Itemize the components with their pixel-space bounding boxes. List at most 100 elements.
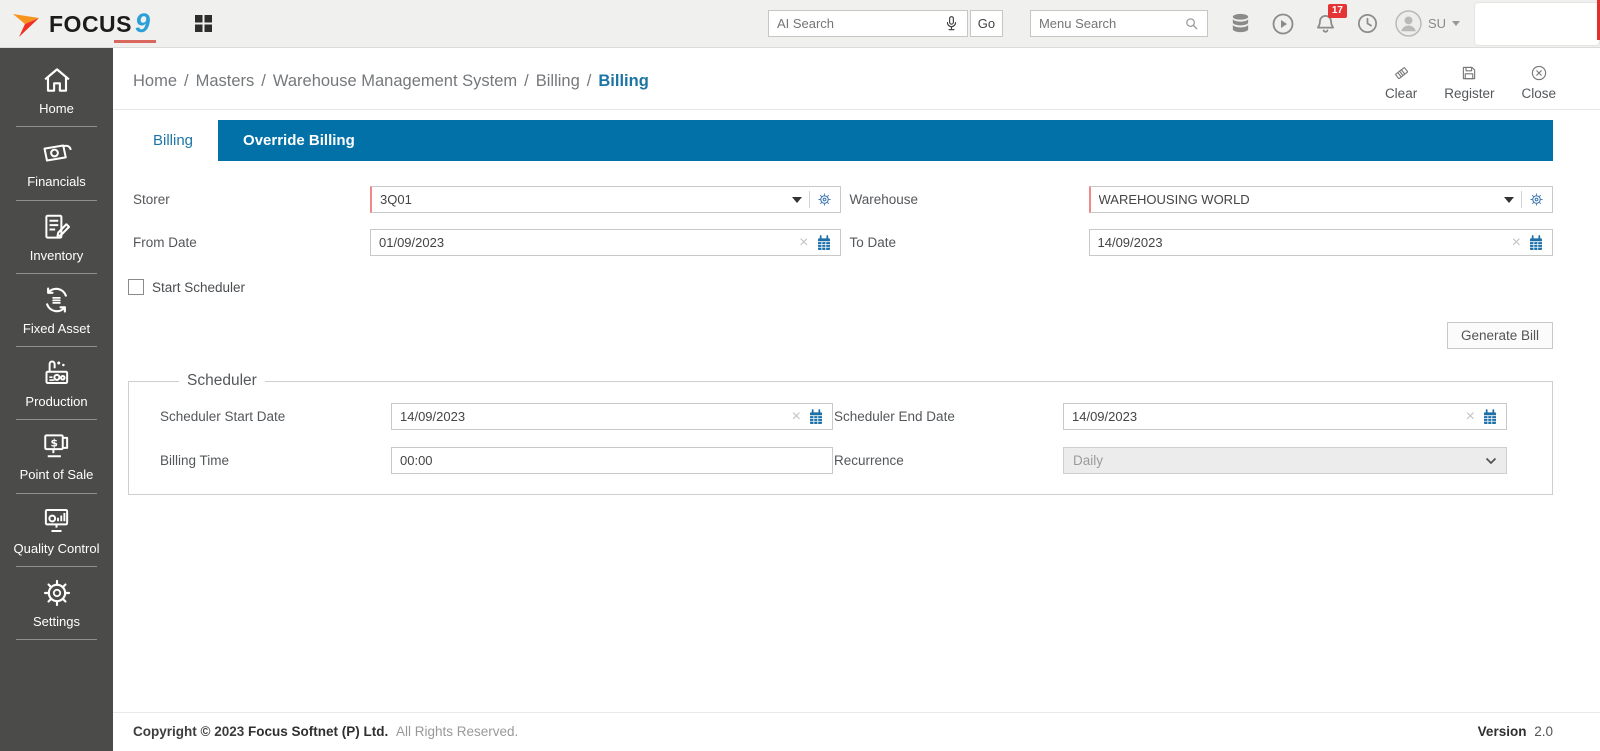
- go-button[interactable]: Go: [969, 10, 1003, 37]
- sidebar-item-fixed-asset[interactable]: Fixed Asset: [0, 274, 113, 348]
- sidebar-item-point-of-sale[interactable]: $ Point of Sale: [0, 420, 113, 494]
- register-label: Register: [1444, 86, 1495, 101]
- register-button[interactable]: Register: [1444, 64, 1494, 101]
- ai-search-field[interactable]: [767, 10, 968, 37]
- breadcrumb-home[interactable]: Home: [133, 72, 177, 90]
- scheduler-section: Scheduler Scheduler Start Date ×: [128, 372, 1553, 495]
- menu-search-input[interactable]: [1038, 16, 1184, 31]
- sidebar-item-label: Fixed Asset: [22, 320, 91, 336]
- logo-arrow-icon: [13, 13, 39, 37]
- calendar-icon[interactable]: [808, 408, 824, 425]
- calendar-icon[interactable]: [1528, 234, 1544, 251]
- warehouse-field[interactable]: [1088, 186, 1553, 213]
- scheduler-start-date-field[interactable]: ×: [391, 403, 833, 430]
- from-date-field[interactable]: ×: [370, 229, 841, 256]
- storer-input[interactable]: [380, 192, 785, 207]
- tab-override-billing[interactable]: Override Billing: [218, 120, 380, 161]
- clear-button[interactable]: Clear: [1385, 64, 1417, 101]
- document-actions: Clear Register Close: [1385, 58, 1556, 101]
- from-date-input[interactable]: [379, 235, 793, 250]
- clear-value-icon[interactable]: ×: [1512, 234, 1521, 251]
- scheduler-start-date-group: Scheduler Start Date ×: [159, 403, 833, 430]
- tab-billing[interactable]: Billing: [128, 120, 219, 161]
- app-logo[interactable]: FOCUS 9: [10, 8, 157, 43]
- breadcrumb-masters[interactable]: Masters: [196, 72, 255, 90]
- billing-time-field[interactable]: [391, 447, 833, 474]
- breadcrumb-current: Billing: [598, 72, 649, 90]
- page-content: Billing Override Billing Storer 3Q01 War…: [113, 110, 1600, 712]
- sidebar-item-label: Home: [39, 101, 74, 116]
- notifications-bell-icon[interactable]: 17: [1314, 3, 1347, 36]
- play-icon[interactable]: [1271, 12, 1295, 36]
- close-label: Close: [1521, 86, 1556, 101]
- billing-time-input[interactable]: [400, 453, 824, 468]
- breadcrumb: Home / Masters / Warehouse Management System…: [133, 58, 649, 101]
- version-value: 2.0: [1534, 724, 1553, 739]
- save-floppy-icon: [1460, 64, 1478, 82]
- breadcrumb-wms[interactable]: Warehouse Management System: [273, 72, 517, 90]
- sidebar-item-label: Inventory: [29, 247, 84, 263]
- apps-grid-icon[interactable]: [194, 14, 213, 33]
- clear-value-icon[interactable]: ×: [792, 408, 801, 425]
- breadcrumb-separator: /: [524, 72, 529, 90]
- point-of-sale-icon: $: [40, 431, 73, 461]
- eraser-icon: [1392, 64, 1411, 82]
- dropdown-caret-icon[interactable]: [1504, 197, 1514, 208]
- menu-search-field[interactable]: [1029, 10, 1208, 37]
- search-icon[interactable]: [1184, 16, 1199, 31]
- sidebar-item-financials[interactable]: Financials: [0, 127, 113, 201]
- close-button[interactable]: Close: [1521, 64, 1556, 101]
- copyright-prefix: Copyright © 2023: [133, 724, 245, 739]
- sidebar: Home Financials Inventory Fixed Asset Pr…: [0, 48, 113, 751]
- recurrence-select[interactable]: Daily: [1063, 447, 1507, 474]
- sidebar-item-quality-control[interactable]: Quality Control: [0, 494, 113, 568]
- storer-gear-icon[interactable]: [817, 192, 832, 207]
- generate-bill-button[interactable]: Generate Bill: [1446, 322, 1553, 349]
- scheduler-legend: Scheduler: [187, 372, 257, 389]
- scheduler-end-date-input[interactable]: [1072, 409, 1459, 424]
- breadcrumb-separator: /: [261, 72, 266, 90]
- clear-value-icon[interactable]: ×: [1466, 408, 1475, 425]
- billing-form: Storer Warehouse: [128, 186, 1553, 495]
- clear-value-icon[interactable]: ×: [799, 234, 808, 251]
- to-date-input[interactable]: [1097, 235, 1505, 250]
- start-scheduler-label: Start Scheduler: [152, 279, 246, 295]
- breadcrumb-billing[interactable]: Billing: [536, 72, 580, 90]
- logo-brand: FOCUS: [49, 11, 132, 37]
- scheduler-end-date-field[interactable]: ×: [1063, 403, 1507, 430]
- chevron-down-icon: [1485, 457, 1497, 464]
- to-date-field[interactable]: ×: [1088, 229, 1553, 256]
- storer-field[interactable]: [370, 186, 841, 213]
- sidebar-item-label: Financials: [27, 174, 86, 190]
- warehouse-input[interactable]: [1098, 192, 1497, 207]
- logo-nine: 9: [135, 8, 151, 38]
- sidebar-item-label: Production: [25, 394, 88, 409]
- sidebar-item-home[interactable]: Home: [0, 54, 113, 128]
- user-initials: SU: [1427, 16, 1446, 31]
- copyright-text: Copyright © 2023 Focus Softnet (P) Ltd. …: [133, 724, 518, 739]
- recurrence-value: Daily: [1073, 453, 1104, 468]
- sidebar-item-label: Point of Sale: [19, 467, 94, 483]
- scheduler-start-date-input[interactable]: [400, 409, 785, 424]
- database-icon[interactable]: [1229, 12, 1252, 35]
- header-company-box[interactable]: [1474, 1, 1600, 46]
- user-menu[interactable]: SU: [1395, 10, 1460, 37]
- dropdown-caret-icon[interactable]: [791, 197, 802, 208]
- warehouse-gear-icon[interactable]: [1529, 192, 1544, 207]
- start-scheduler-row: Start Scheduler: [128, 279, 1553, 295]
- sidebar-item-settings[interactable]: Settings: [0, 567, 113, 641]
- breadcrumb-separator: /: [184, 72, 189, 90]
- history-clock-icon[interactable]: [1356, 12, 1379, 35]
- ai-search-input[interactable]: [776, 16, 944, 31]
- footer: Copyright © 2023 Focus Softnet (P) Ltd. …: [113, 712, 1600, 751]
- sidebar-item-inventory[interactable]: Inventory: [0, 201, 113, 275]
- sidebar-item-production[interactable]: Production: [0, 347, 113, 421]
- calendar-icon[interactable]: [816, 234, 832, 251]
- billing-time-label: Billing Time: [160, 453, 230, 468]
- calendar-icon[interactable]: [1482, 408, 1498, 425]
- sidebar-item-label: Settings: [33, 613, 80, 629]
- copyright-company: Focus Softnet (P) Ltd.: [248, 724, 389, 739]
- start-scheduler-checkbox[interactable]: [128, 279, 144, 295]
- microphone-icon[interactable]: [944, 15, 959, 32]
- to-date-group: To Date ×: [841, 229, 1553, 256]
